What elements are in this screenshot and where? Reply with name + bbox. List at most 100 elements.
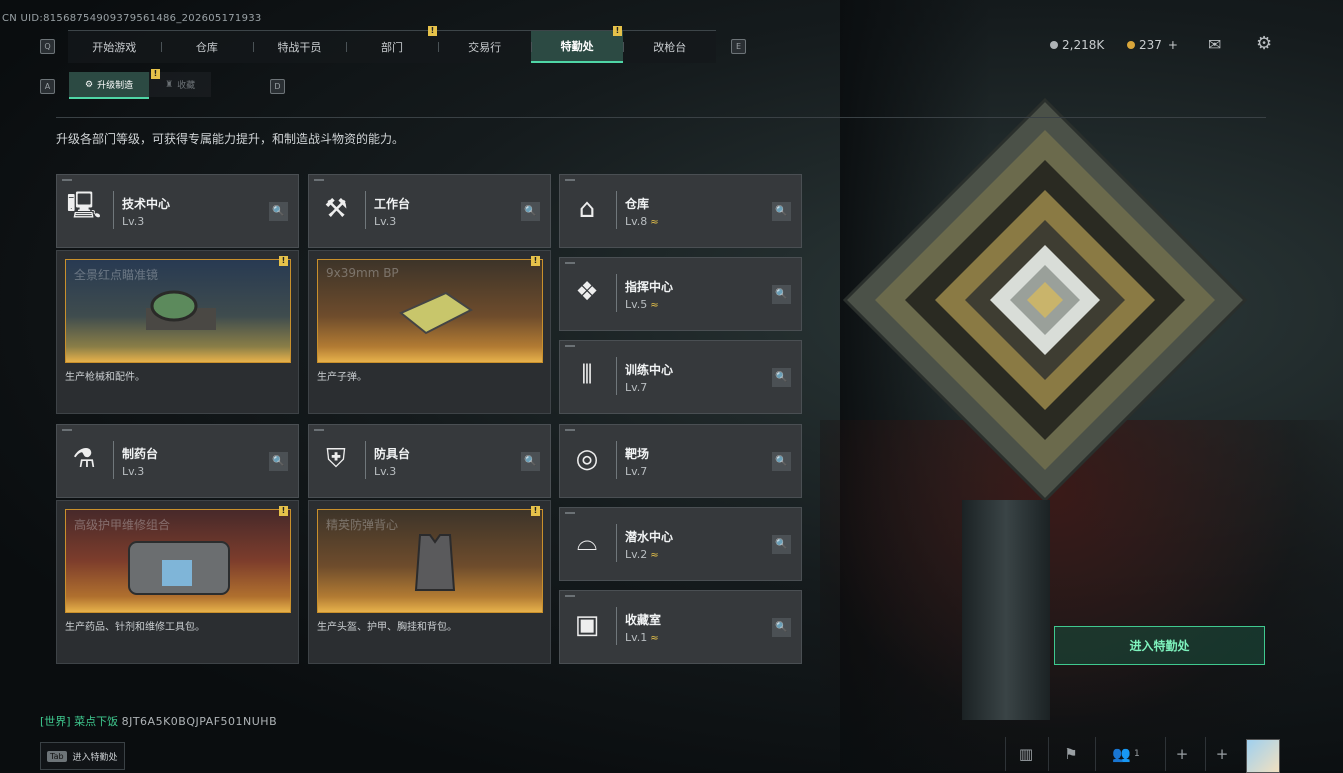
department-card-tech-center[interactable]: 🖳 技术中心 Lv.3 🔍 [56,174,299,248]
subnav-left-key-hint: A [40,79,55,94]
department-level: Lv.7 [625,381,648,394]
tab-operators[interactable]: 特战干员 [253,31,346,63]
add-slot-button[interactable]: + [1165,737,1198,771]
upgrade-arrow-icon: ≈ [650,217,659,228]
production-card-repair-kit[interactable]: 高级护甲维修组合 生产药品、针剂和维修工具包。 ! [56,500,299,664]
tab-warehouse[interactable]: 仓库 [160,31,254,63]
department-level: Lv.2 ≈ [625,548,659,561]
armor-icon: ⛨ [326,443,346,474]
gold-coin-icon [1127,41,1135,49]
add-slot-button[interactable]: + [1205,737,1238,771]
settings-gear-icon[interactable]: ⚙ [1256,33,1272,54]
department-card-command-center[interactable]: ❖ 指挥中心 Lv.5 ≈ 🔍 [559,257,802,331]
department-name: 技术中心 [122,197,171,211]
card-separator [616,274,617,312]
upgrade-arrow-icon: ≈ [650,550,659,561]
department-name: 制药台 [122,447,159,461]
search-icon[interactable]: 🔍 [521,452,540,471]
flag-icon[interactable]: ⚑ [1048,737,1093,771]
department-name: 防具台 [374,447,411,461]
warehouse-icon: ⌂ [578,194,596,224]
department-card-training-center[interactable]: ⫴ 训练中心 Lv.7 🔍 [559,340,802,414]
repair-kit-item-image: 高级护甲维修组合 [65,509,291,613]
search-icon[interactable]: 🔍 [772,618,791,637]
search-icon[interactable]: 🔍 [772,535,791,554]
department-name: 收藏室 [625,613,662,627]
department-card-workbench[interactable]: ⚒ 工作台 Lv.3 🔍 [308,174,551,248]
card-separator [616,524,617,562]
production-description: 生产头盔、护甲、胸挂和背包。 [317,622,457,633]
command-icon: ❖ [575,277,599,307]
upgrade-craft-alert-badge: ! [151,69,160,79]
department-level: Lv.1 ≈ [625,631,659,644]
stats-chart-icon[interactable]: ▥ [1005,737,1046,771]
friends-icon: 👥 [1112,745,1131,763]
search-icon[interactable]: 🔍 [772,368,791,387]
enter-special-ops-button[interactable]: 进入特勤处 [1054,626,1265,665]
department-card-pharmacy[interactable]: ⚗ 制药台 Lv.3 🔍 [56,424,299,498]
card-separator [113,191,114,229]
subnav-right-key-hint: D [270,79,285,94]
production-card-scope[interactable]: 全景红点瞄准镜 生产枪械和配件。 ! [56,250,299,414]
production-card-vest[interactable]: 精英防弹背心 生产头盔、护甲、胸挂和背包。 ! [308,500,551,664]
card-separator [365,441,366,479]
department-name: 靶场 [625,447,650,461]
chat-sender: 菜点下饭 [70,715,122,728]
special-ops-cube-illustration [842,97,1248,503]
department-level: Lv.3 [122,215,145,228]
card-corner-mark [565,595,575,597]
friends-count: 1 [1133,749,1140,759]
department-level: Lv.7 [625,465,648,478]
production-card-ammo[interactable]: 9x39mm BP 生产子弹。 ! [308,250,551,414]
department-card-range[interactable]: ◎ 靶场 Lv.7 🔍 [559,424,802,498]
tab-special-ops[interactable]: 特勤处 [530,31,624,63]
player-uid: CN UID:8156875490937956148​6_20260517193… [2,13,262,24]
silver-coin-icon [1050,41,1058,49]
tab-start-game[interactable]: 开始游戏 [68,31,161,63]
department-name: 仓库 [625,197,650,211]
nav-left-key-hint: Q [40,39,55,54]
sub-nav: ⚙ 升级制造 ♜ 收藏 [69,72,212,99]
card-separator [616,441,617,479]
subtab-upgrade-craft[interactable]: ⚙ 升级制造 [69,72,150,99]
tab-departments[interactable]: 部门 [345,31,439,63]
diving-mask-icon: ⌓ [576,526,598,557]
friends-button[interactable]: 👥 1 [1095,737,1156,771]
chat-message: 8JT6A5K0BQJPAF501NUHB [121,715,278,728]
subtab-collection-label: 收藏 [177,81,196,91]
tab-gunsmith[interactable]: 改枪台 [623,31,716,63]
repair-bag-icon [128,541,230,595]
production-description: 生产药品、针剂和维修工具包。 [65,622,205,633]
card-corner-mark [62,179,72,181]
tab-trading[interactable]: 交易行 [438,31,531,63]
department-card-diving-center[interactable]: ⌓ 潜水中心 Lv.2 ≈ 🔍 [559,507,802,581]
search-icon[interactable]: 🔍 [772,452,791,471]
department-card-warehouse[interactable]: ⌂ 仓库 Lv.8 ≈ 🔍 [559,174,802,248]
tools-icon: ⚒ [324,194,348,224]
avatar[interactable] [1246,739,1280,773]
card-separator [616,191,617,229]
department-name: 训练中心 [625,363,674,377]
mail-icon[interactable]: ✉ [1208,35,1221,54]
search-icon[interactable]: 🔍 [521,202,540,221]
add-currency-button[interactable]: + [1168,38,1178,52]
monitor-icon: 🖳 [66,191,102,221]
card-corner-mark [565,512,575,514]
world-chat-line[interactable]: [世界] 菜点下饭 8JT6A5K0BQJPAF501NUHB [40,713,277,729]
divider [56,117,1266,118]
card-separator [365,191,366,229]
department-card-collection-room[interactable]: ▣ 收藏室 Lv.1 ≈ 🔍 [559,590,802,664]
card-corner-mark [565,345,575,347]
search-icon[interactable]: 🔍 [772,202,791,221]
production-description: 生产枪械和配件。 [65,372,145,383]
card-separator [616,607,617,645]
search-icon[interactable]: 🔍 [772,285,791,304]
card-corner-mark [314,429,324,431]
silver-currency: 2,218K [1050,38,1104,52]
search-icon[interactable]: 🔍 [269,452,288,471]
search-icon[interactable]: 🔍 [269,202,288,221]
card-separator [616,357,617,395]
production-alert-badge: ! [531,256,540,266]
department-card-armor-bench[interactable]: ⛨ 防具台 Lv.3 🔍 [308,424,551,498]
tab-key-hint[interactable]: Tab 进入特勤处 [40,742,125,770]
